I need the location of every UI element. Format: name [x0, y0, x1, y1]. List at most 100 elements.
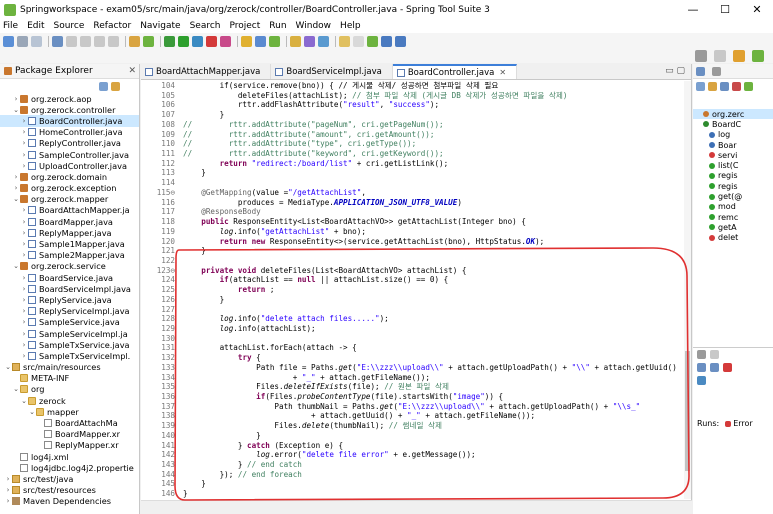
menu-project[interactable]: Project [229, 21, 260, 31]
expand-toggle-icon[interactable]: ⌄ [28, 408, 36, 416]
code-line[interactable]: 113 } [141, 168, 685, 178]
tab-boardattachmapper[interactable]: BoardAttachMapper.java [141, 64, 272, 79]
new-class-icon[interactable] [269, 35, 280, 47]
code-line[interactable]: 120 return new ResponseEntity<>(service.… [141, 237, 685, 247]
menu-run[interactable]: Run [269, 21, 286, 31]
tree-item[interactable]: ⌄ zerock [0, 395, 139, 406]
code-line[interactable]: 108 // rttr.addAttribute("pageNum", cri.g… [141, 120, 685, 130]
tree-item[interactable]: ⌄ org.zerock.service [0, 261, 139, 272]
expand-toggle-icon[interactable]: ⌄ [12, 195, 20, 203]
outline-item[interactable]: log [693, 130, 773, 140]
outline-item[interactable]: delet [693, 233, 773, 243]
quick-access-icon[interactable] [695, 50, 707, 62]
outline-icon[interactable] [696, 66, 705, 76]
tree-item[interactable]: › BoardServiceImpl.java [0, 283, 139, 294]
package-explorer-close-icon[interactable]: ✕ [128, 66, 136, 76]
tree-item[interactable]: ⌄ org [0, 384, 139, 395]
package-explorer-title[interactable]: Package Explorer [15, 66, 93, 76]
code-line[interactable]: 118 public ResponseEntity<List<BoardAtta… [141, 217, 685, 227]
next-annotation-icon[interactable] [339, 35, 350, 47]
link-with-editor-icon[interactable] [111, 81, 120, 91]
collapse-all-icon[interactable] [99, 81, 108, 91]
close-window-button[interactable]: ✕ [741, 0, 773, 19]
expand-toggle-icon[interactable]: › [4, 475, 12, 483]
tree-item[interactable]: ⌄ mapper [0, 406, 139, 417]
hide-fields-icon[interactable] [720, 82, 729, 91]
tree-item[interactable]: › BoardService.java [0, 272, 139, 283]
code-line[interactable]: 112 return "redirect:/board/list" + cri.… [141, 159, 685, 169]
menu-file[interactable]: File [3, 21, 18, 31]
expand-toggle-icon[interactable]: ⌄ [12, 262, 20, 270]
open-perspective-icon[interactable] [714, 50, 726, 62]
suspend-icon[interactable] [94, 35, 105, 47]
tree-item[interactable]: BoardAttachMa [0, 417, 139, 428]
terminate-icon[interactable] [108, 35, 119, 47]
tab-boardcontroller[interactable]: BoardController.java ✕ [392, 64, 518, 79]
tree-item[interactable]: ⌄ org.zerock.controller [0, 104, 139, 115]
tree-item[interactable]: › Maven Dependencies [0, 496, 139, 507]
nav-up-icon[interactable] [710, 363, 719, 372]
minimize-button[interactable]: — [677, 0, 709, 19]
tree-item[interactable]: › ReplyMapper.java [0, 227, 139, 238]
tree-item[interactable]: › src/test/resources [0, 485, 139, 496]
back-icon[interactable] [381, 35, 392, 47]
tree-item[interactable]: META-INF [0, 373, 139, 384]
expand-toggle-icon[interactable]: ⌄ [4, 363, 12, 371]
code-line[interactable]: 116 produces = MediaType.APPLICATION_JSO… [141, 198, 685, 208]
outline-item[interactable]: BoardC [693, 119, 773, 129]
code-line[interactable]: 106 rttr.addFlashAttribute("result", "su… [141, 100, 685, 110]
collapse-all-icon[interactable] [696, 82, 705, 91]
link-icon[interactable] [129, 35, 140, 47]
java-perspective-icon[interactable] [733, 50, 745, 62]
tree-item[interactable]: ⌄ src/main/resources [0, 362, 139, 373]
code-line[interactable]: 115⊖ @GetMapping(value ="/getAttachList"… [141, 188, 685, 198]
tree-item[interactable]: › Sample1Mapper.java [0, 238, 139, 249]
minimize-view-icon[interactable] [710, 350, 719, 359]
code-line[interactable]: 117 @ResponseBody [141, 207, 685, 217]
new-icon[interactable] [3, 35, 14, 47]
stop-icon[interactable] [206, 35, 217, 47]
menu-navigate[interactable]: Navigate [140, 21, 180, 31]
failures-icon[interactable] [723, 363, 732, 372]
skip-breakpoints-icon[interactable] [66, 35, 77, 47]
code-line[interactable]: 104 if(service.remove(bno)) { // 게시물 삭제/… [141, 81, 685, 91]
tree-item[interactable]: › org.zerock.aop [0, 93, 139, 104]
tree-item[interactable]: › SampleService.java [0, 317, 139, 328]
prev-annotation-icon[interactable] [353, 35, 364, 47]
spring-perspective-icon[interactable] [752, 50, 764, 62]
tree-item[interactable]: log4j.xml [0, 451, 139, 462]
tree-item[interactable]: › org.zerock.domain [0, 171, 139, 182]
menu-search[interactable]: Search [190, 21, 221, 31]
expand-toggle-icon[interactable]: › [20, 285, 28, 293]
expand-toggle-icon[interactable]: › [20, 240, 28, 248]
expand-toggle-icon[interactable]: › [4, 497, 12, 505]
tree-item[interactable]: › org.zerock.exception [0, 183, 139, 194]
expand-toggle-icon[interactable]: › [20, 162, 28, 170]
menu-window[interactable]: Window [296, 21, 332, 31]
outline-item[interactable]: regis [693, 181, 773, 191]
save-all-icon[interactable] [31, 35, 42, 47]
spring-icon[interactable] [143, 35, 154, 47]
expand-toggle-icon[interactable]: › [20, 229, 28, 237]
debug-icon[interactable] [164, 35, 175, 47]
sort-icon[interactable] [708, 82, 717, 91]
terminal-icon[interactable] [52, 35, 63, 47]
outline-item[interactable]: servi [693, 150, 773, 160]
menu-source[interactable]: Source [54, 21, 85, 31]
code-line[interactable]: 114 [141, 178, 685, 188]
expand-toggle-icon[interactable]: › [20, 218, 28, 226]
new-java-project-icon[interactable] [241, 35, 252, 47]
run-icon[interactable] [178, 35, 189, 47]
expand-toggle-icon[interactable]: › [20, 330, 28, 338]
code-line[interactable]: 107 } [141, 110, 685, 120]
tree-item[interactable]: › Sample2Mapper.java [0, 250, 139, 261]
editor-minmax-icons[interactable]: ▭ ▢ [665, 66, 685, 76]
expand-toggle-icon[interactable]: › [20, 251, 28, 259]
expand-toggle-icon[interactable]: › [12, 184, 20, 192]
open-task-icon[interactable] [318, 35, 329, 47]
expand-toggle-icon[interactable]: › [20, 117, 28, 125]
tree-item[interactable]: › SampleServiceImpl.ja [0, 328, 139, 339]
nav-down-icon[interactable] [697, 363, 706, 372]
tree-item[interactable]: › BoardController.java [0, 115, 139, 127]
history-icon[interactable] [697, 376, 706, 385]
